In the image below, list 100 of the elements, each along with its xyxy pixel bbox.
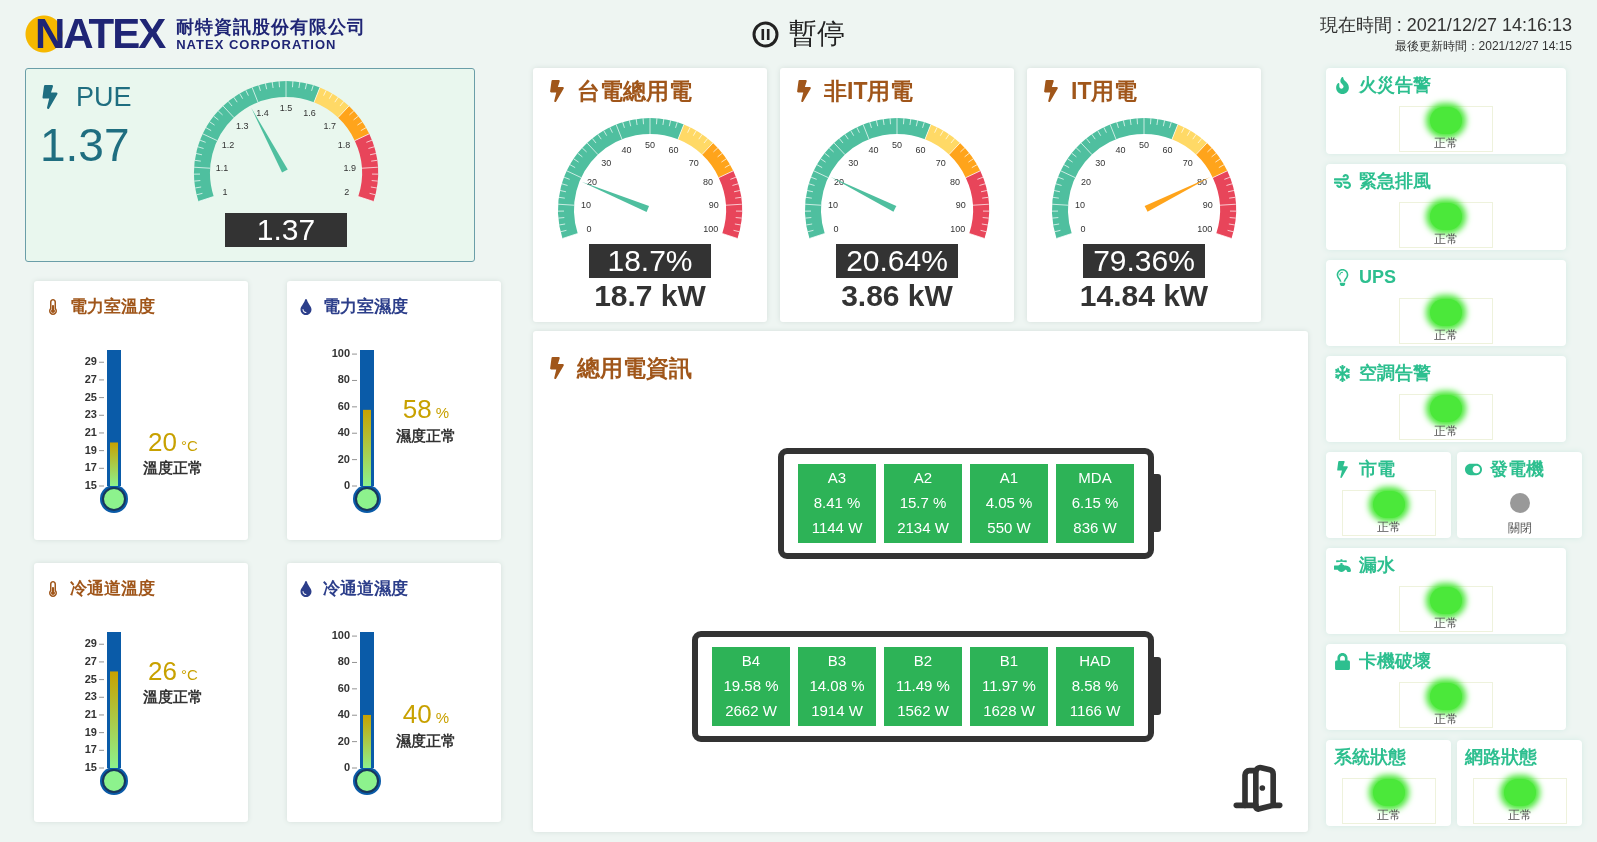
cell-power: 1562 W <box>897 702 949 720</box>
company-name: 耐特資訊股份有限公司 <box>176 16 367 37</box>
gauge-tick-label: 30 <box>1095 157 1106 168</box>
gauge-tick-label: 1.3 <box>235 120 249 131</box>
scale-label: 60 <box>337 681 350 694</box>
gauge-readout: 20.64% <box>836 244 958 278</box>
tick-mark <box>98 696 105 698</box>
tick-mark <box>98 449 105 451</box>
thermometer-bulb <box>353 484 381 513</box>
gauge-tick-label: 40 <box>621 144 632 155</box>
reading-unit: °C <box>181 435 198 456</box>
tick-mark <box>351 432 358 434</box>
bolt-icon <box>796 80 812 102</box>
reading-unit: % <box>435 708 450 729</box>
cell-power: 836 W <box>1073 519 1117 537</box>
gauge-tick-label: 40 <box>868 144 879 155</box>
tick-mark <box>351 714 358 716</box>
power-value: 14.84 kW <box>1079 278 1209 314</box>
cell-power: 1144 W <box>811 519 863 537</box>
gauge-tick-label: 100 <box>703 224 719 235</box>
gauge-tick-label: 1.4 <box>256 107 269 118</box>
cell-name: MDA <box>1078 469 1112 487</box>
scale-label: 15 <box>84 478 97 491</box>
current-time: 現在時間 : 2021/12/27 14:16:13 <box>1319 14 1572 37</box>
gauge-tick-label: 70 <box>688 157 699 168</box>
cell-name: B1 <box>999 652 1019 670</box>
scale-label: 0 <box>343 478 350 491</box>
scale-label: 60 <box>337 399 350 412</box>
gauge-tick-label: 80 <box>702 177 713 188</box>
gauge-tick-label: 60 <box>1162 144 1173 155</box>
scale-label: 100 <box>331 346 350 359</box>
status-text: 正常 <box>1434 328 1458 342</box>
tick-mark <box>98 432 105 433</box>
pue-title: PUE <box>76 81 132 114</box>
pause-icon <box>752 20 779 48</box>
droplet-icon <box>299 298 313 315</box>
exit-door-icon[interactable] <box>1232 762 1284 814</box>
cell-name: A1 <box>999 469 1019 487</box>
gauge-tick-label: 0 <box>1080 224 1086 235</box>
scale-label: 27 <box>84 654 97 667</box>
scale-label: 25 <box>84 390 97 402</box>
tick-mark <box>351 661 358 663</box>
status-title: 火災告警 <box>1359 74 1431 96</box>
status-title: 緊急排風 <box>1359 170 1431 192</box>
status-title: 空調告警 <box>1359 362 1431 384</box>
flame-icon <box>1334 76 1351 94</box>
cell-power: 550 W <box>987 519 1031 537</box>
gauge-readout: 79.36% <box>1083 244 1205 278</box>
thermometer-bulb <box>353 766 381 795</box>
cell-percent: 11.97 % <box>982 677 1036 695</box>
bolt-icon <box>1043 80 1059 102</box>
reading-value: 40 <box>402 700 432 729</box>
gauge-readout: 1.37 <box>225 213 347 247</box>
gauge-title: IT用電 <box>1071 77 1138 106</box>
scale-label: 15 <box>84 760 97 773</box>
scale-label: 20 <box>337 452 350 464</box>
cell-power: 2662 W <box>725 702 777 720</box>
cell-name: B4 <box>741 652 761 670</box>
cell-percent: 4.05 % <box>985 494 1033 512</box>
tick-mark <box>98 467 105 469</box>
pause-button[interactable]: 暫停 <box>752 13 845 55</box>
cell-name: A3 <box>827 469 847 487</box>
gauge-tick-label: 30 <box>848 157 859 168</box>
status-title: 系統狀態 <box>1334 746 1406 768</box>
status-text: 正常 <box>1434 616 1458 630</box>
scale-label: 25 <box>84 672 97 684</box>
tick-mark <box>351 353 358 354</box>
gauge-tick-label: 20 <box>587 177 598 188</box>
bolt-icon <box>1334 460 1351 478</box>
tick-mark <box>351 405 358 407</box>
status-text: 正常 <box>1376 808 1401 822</box>
tick-mark <box>98 714 105 715</box>
status-title: 發電機 <box>1490 458 1544 480</box>
scale-label: 20 <box>337 734 350 746</box>
tick-mark <box>351 687 358 689</box>
reading-value: 20 <box>148 427 178 456</box>
gauge-tick-label: 50 <box>1139 140 1149 151</box>
gauge-tick-label: 50 <box>892 140 902 151</box>
status-text: 關閉 <box>1507 521 1532 535</box>
reading-value: 58 <box>402 395 432 424</box>
gauge-tick-label: 90 <box>955 200 966 211</box>
sensor-title: 冷通道溫度 <box>70 578 155 600</box>
cell-power: 1166 W <box>1069 702 1121 720</box>
cell-percent: 11.49 % <box>896 677 950 695</box>
reading-unit: °C <box>181 664 198 685</box>
scale-label: 17 <box>84 460 97 473</box>
scale-label: 40 <box>337 425 350 438</box>
gauge-tick-label: 1.6 <box>303 107 316 118</box>
lightbulb-icon <box>1334 268 1351 286</box>
tick-mark <box>98 396 105 398</box>
tick-mark <box>351 458 358 460</box>
gauge-tick-label: 80 <box>949 177 960 188</box>
gauge-tick-label: 60 <box>915 144 926 155</box>
last-update-time: 最後更新時間：2021/12/27 14:15 <box>1394 38 1572 55</box>
tick-mark <box>98 678 105 680</box>
tick-mark <box>351 767 358 768</box>
gauge-tick-label: 50 <box>645 140 655 151</box>
gauge-tick-label: 40 <box>1115 144 1126 155</box>
gauge-tick-label: 0 <box>586 224 592 235</box>
tick-mark <box>98 485 105 486</box>
